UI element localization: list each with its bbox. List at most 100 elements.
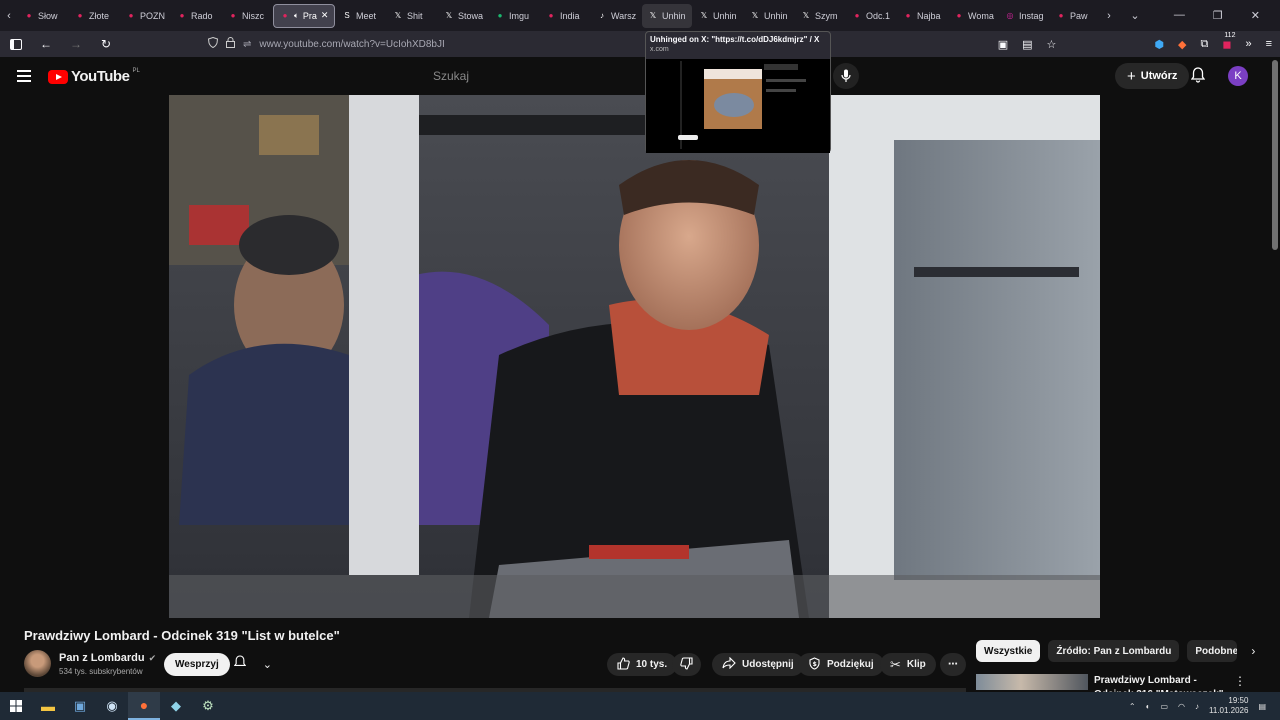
extension-fox-icon[interactable]: ◆ — [1178, 38, 1186, 51]
tab-list-menu-icon[interactable]: ⌄ — [1126, 9, 1144, 22]
volume-icon[interactable]: ♪ — [1195, 702, 1199, 711]
tab-active[interactable]: ● 🔈︎ Pra ✕ — [273, 3, 335, 28]
reader-view-icon[interactable]: ▤ — [1022, 38, 1032, 51]
address-bar[interactable]: ⇌ www.youtube.com/watch?v=UcIohXD8bJI — [207, 33, 445, 55]
url-text[interactable]: www.youtube.com/watch?v=UcIohXD8bJI — [259, 39, 444, 50]
desktop-app-icon[interactable]: ▣ — [64, 692, 96, 720]
notification-settings-button[interactable]: ⌄ — [230, 653, 276, 676]
browser-tab[interactable]: ● POZN — [120, 4, 170, 28]
file-explorer-icon[interactable]: ▬ — [32, 692, 64, 720]
tab-label: Shit — [407, 10, 423, 21]
dislike-button[interactable] — [672, 653, 701, 676]
channel-avatar[interactable] — [24, 650, 51, 677]
sidebar-toggle-icon[interactable] — [8, 36, 24, 52]
permissions-icon[interactable]: ⇌ — [243, 39, 251, 50]
windows-start-icon[interactable] — [0, 692, 32, 720]
browser-tab[interactable]: ● Rado — [171, 4, 221, 28]
tray-overflow-icon[interactable]: ⌃ — [1129, 702, 1136, 711]
reload-icon[interactable]: ↻ — [98, 36, 114, 52]
hamburger-menu-icon[interactable] — [17, 70, 31, 82]
browser-tab[interactable]: 𝕏 Shit — [387, 4, 437, 28]
lock-icon[interactable] — [226, 37, 235, 51]
network-icon[interactable]: ▭ — [1160, 702, 1168, 711]
tab-favicon-icon: ● — [497, 11, 503, 20]
back-icon[interactable]: ← — [38, 36, 54, 52]
extension-shield-icon[interactable]: ⬢ — [1154, 38, 1164, 51]
steam-icon[interactable]: ◉ — [96, 692, 128, 720]
shield-icon[interactable] — [207, 36, 219, 51]
picture-in-picture-icon[interactable]: ▣ — [998, 38, 1008, 51]
video-player[interactable] — [169, 95, 1100, 618]
browser-tab[interactable]: 𝕏 Unhin — [744, 4, 794, 28]
browser-tab[interactable]: ● India — [540, 4, 590, 28]
tab-favicon-icon: ● — [854, 11, 860, 20]
editor-app-icon[interactable]: ◆ — [160, 692, 192, 720]
browser-tab[interactable]: 𝕏 Stowa — [438, 4, 488, 28]
youtube-logo[interactable]: YouTube PL — [48, 68, 140, 85]
account-avatar[interactable]: K — [1228, 66, 1248, 86]
browser-tab[interactable]: ◎ Instag — [999, 4, 1049, 28]
close-window-icon[interactable]: ✕ — [1251, 9, 1260, 22]
create-button[interactable]: + Utwórz — [1115, 63, 1190, 89]
tab-scroll-left-icon[interactable]: ‹ — [0, 10, 18, 22]
page-scrollbar[interactable] — [1270, 57, 1280, 692]
tab-scroll-right-icon[interactable]: › — [1100, 10, 1118, 22]
support-button[interactable]: Wesprzyj — [164, 653, 230, 676]
browser-tab[interactable]: 𝕏 Szym — [795, 4, 845, 28]
more-actions-button[interactable]: ⋯ — [940, 653, 966, 676]
browser-tab[interactable]: ♪ Warsz — [591, 4, 641, 28]
browser-tab-strip: ‹ ● Słow ● Złote ● POZN ● Rado ● Niszc ● 🔈︎ Pra ✕ S Mee… — [0, 0, 1280, 31]
browser-tab[interactable]: ● Słow — [18, 4, 68, 28]
tab-hover-preview: Unhinged on X: "https://t.co/dDJ6kdmjrz"… — [645, 31, 831, 153]
notifications-bell-icon[interactable] — [1190, 67, 1206, 88]
browser-tab[interactable]: ● Najba — [897, 4, 947, 28]
recommended-more-icon[interactable]: ⋮ — [1234, 674, 1246, 688]
tab-favicon-icon: 𝕏 — [700, 11, 708, 20]
extension-badge[interactable]: ◼ 112 — [1222, 32, 1235, 51]
scrollbar-thumb[interactable] — [1272, 60, 1278, 250]
tab-favicon-icon: ● — [905, 11, 911, 20]
search-input[interactable] — [424, 62, 644, 90]
notifications-center-icon[interactable]: ▤ — [1258, 702, 1266, 711]
speaker-icon[interactable]: 🔈︎ — [294, 11, 299, 21]
browser-tab[interactable]: ● Złote — [69, 4, 119, 28]
chevron-right-icon[interactable]: › — [1251, 644, 1255, 658]
browser-tab[interactable]: ● Niszc — [222, 4, 272, 28]
restore-icon[interactable]: ❐ — [1213, 9, 1223, 22]
browser-tab[interactable]: S Meet — [336, 4, 386, 28]
wifi-icon[interactable]: ◠ — [1178, 702, 1185, 711]
like-button[interactable]: 10 tys. — [607, 653, 678, 676]
close-tab-icon[interactable]: ✕ — [321, 10, 329, 21]
browser-tab[interactable]: ● Odc.1 — [846, 4, 896, 28]
channel-name[interactable]: Pan z Lombardu ✔ — [59, 652, 156, 664]
tab-favicon-icon: ● — [282, 11, 288, 20]
settings-app-icon[interactable]: ⚙ — [192, 692, 224, 720]
clip-button[interactable]: ✂ Klip — [880, 653, 936, 676]
clock[interactable]: 19:50 11.01.2026 — [1209, 696, 1248, 716]
forward-icon[interactable]: → — [68, 36, 84, 52]
bookmark-star-icon[interactable]: ☆ — [1047, 38, 1057, 51]
tab-label: Stowa — [458, 10, 484, 21]
share-button[interactable]: Udostępnij — [712, 653, 804, 676]
voice-search-icon[interactable] — [833, 63, 859, 89]
browser-tab[interactable]: 𝕏 Unhin — [693, 4, 743, 28]
video-frame — [169, 95, 1100, 618]
browser-tab[interactable]: ● Imgu — [489, 4, 539, 28]
chip-all[interactable]: Wszystkie — [976, 640, 1041, 662]
browser-tab[interactable]: ● Woma — [948, 4, 998, 28]
tray-app-icon[interactable]: ◐ — [1146, 702, 1151, 711]
os-taskbar: ▬ ▣ ◉ ● ◆ ⚙ ⌃ ◐ ▭ ◠ ♪ 19:50 11.01.2026 ▤ — [0, 692, 1280, 720]
scissors-icon: ✂ — [890, 656, 901, 672]
recommended-video-thumbnail[interactable] — [976, 674, 1088, 690]
minimize-icon[interactable]: — — [1174, 9, 1185, 22]
thanks-button[interactable]: $ Podziękuj — [798, 653, 884, 676]
chip-related[interactable]: Podobne — [1187, 640, 1238, 662]
overflow-chevron-icon[interactable]: » — [1245, 38, 1251, 50]
firefox-icon[interactable]: ● — [128, 692, 160, 720]
browser-tab[interactable]: 𝕏 Unhin — [642, 3, 692, 28]
app-menu-icon[interactable]: ≡ — [1266, 38, 1272, 50]
tab-label: Unhin — [713, 10, 737, 21]
browser-tab[interactable]: ● Paw — [1050, 4, 1100, 28]
chip-from-channel[interactable]: Źródło: Pan z Lombardu — [1048, 640, 1180, 662]
extensions-puzzle-icon[interactable]: ⧉ — [1200, 38, 1208, 51]
